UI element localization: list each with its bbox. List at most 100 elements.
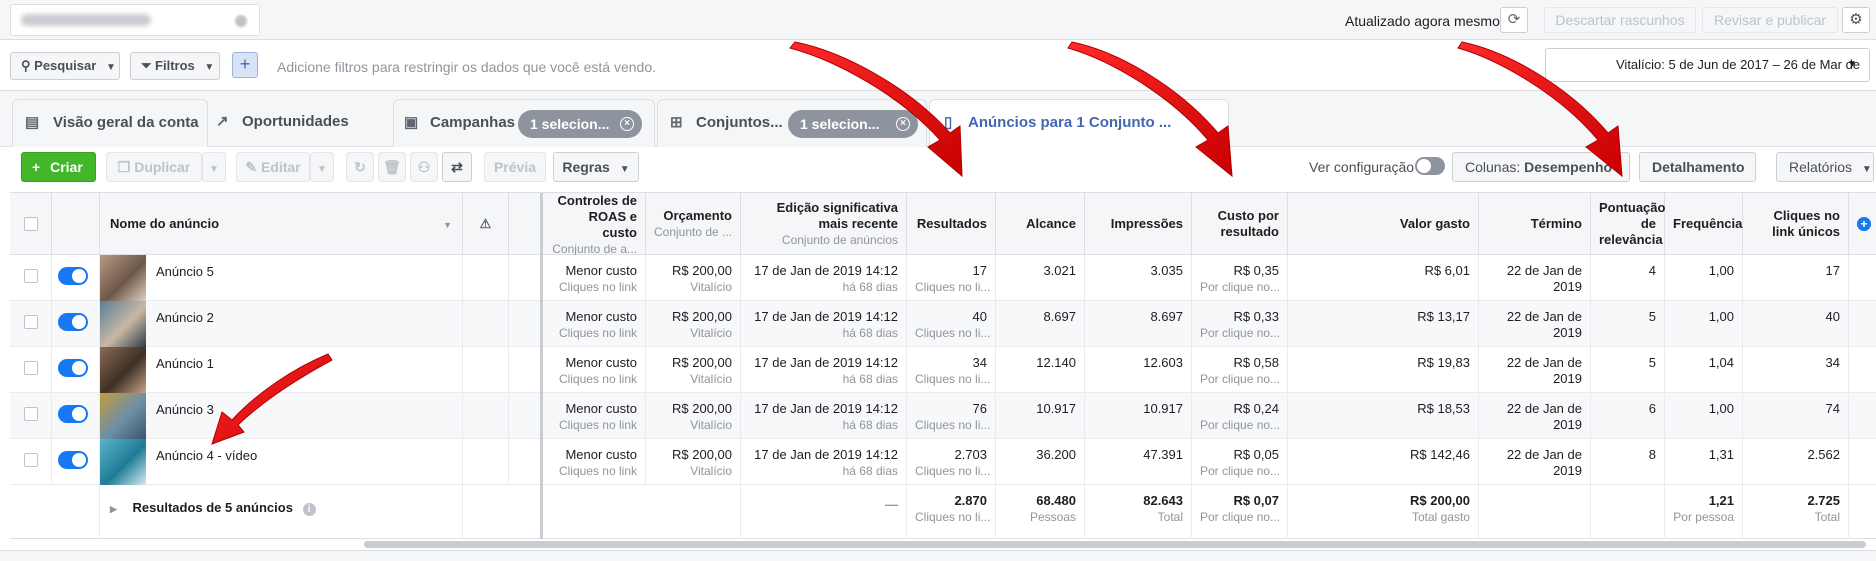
tab-adsets[interactable]: ⊞ Conjuntos... 1 selecion... ×	[657, 99, 927, 147]
header-ad-name[interactable]: Nome do anúncio ▼	[100, 193, 463, 255]
discard-drafts-button[interactable]: Descartar rascunhos	[1544, 7, 1696, 33]
ad-name[interactable]: Anúncio 2	[156, 310, 214, 326]
settings-button[interactable]: ⚙	[1842, 7, 1870, 33]
review-publish-button[interactable]: Revisar e publicar	[1702, 7, 1838, 33]
cell-ad-name[interactable]: Anúncio 2	[100, 301, 463, 347]
header-last-edit[interactable]: Edição significativa mais recente Conjun…	[741, 193, 907, 255]
row-checkbox[interactable]	[24, 361, 38, 375]
header-bid-control[interactable]: Controles de ROAS e custo Conjunto de a.…	[543, 193, 646, 255]
cell-sub: Por clique no...	[1200, 372, 1281, 386]
header-budget[interactable]: Orçamento Conjunto de ...	[646, 193, 741, 255]
cell-amount-spent: R$ 13,17	[1288, 301, 1479, 347]
audience-button[interactable]: ⚇	[410, 152, 438, 182]
columns-dropdown[interactable]: Colunas: Desempenho	[1452, 152, 1630, 182]
view-config-toggle[interactable]	[1415, 157, 1445, 175]
filters-dropdown[interactable]: ⏷ Filtros ▼	[130, 52, 220, 80]
tab-campaigns[interactable]: ▣ Campanhas 1 selecion... ×	[393, 99, 655, 147]
cell-sub: Cliques no link	[558, 280, 637, 294]
ad-on-off-toggle[interactable]	[58, 359, 88, 377]
cell-value: 8.697	[1043, 309, 1076, 324]
cell-ad-name[interactable]: Anúncio 3	[100, 393, 463, 439]
header-cost-per-result[interactable]: Custo por resultado	[1192, 193, 1288, 255]
cell-ad-name[interactable]: Anúncio 5	[100, 255, 463, 301]
edit-dropdown[interactable]: ▼	[310, 152, 334, 182]
search-dropdown[interactable]: ⚲ Pesquisar ▼	[10, 52, 120, 80]
filter-bar: ⚲ Pesquisar ▼ ⏷ Filtros ▼ + Adicione fil…	[0, 40, 1876, 104]
cell-budget: R$ 200,00 Vitalício	[646, 301, 741, 347]
cell-sub: Vitalício	[690, 464, 732, 478]
breakdown-dropdown[interactable]: Detalhamento ▼	[1639, 152, 1756, 182]
header-relevance[interactable]: Pontuação de relevância	[1591, 193, 1665, 255]
header-frequency[interactable]: Frequência	[1665, 193, 1743, 255]
duplicate-dropdown[interactable]: ▼	[202, 152, 226, 182]
refresh-button[interactable]: ⟳	[1500, 7, 1528, 33]
reset-button[interactable]: ↻	[346, 152, 374, 182]
row-checkbox[interactable]	[24, 453, 38, 467]
edit-button[interactable]: ✎ Editar	[236, 152, 310, 182]
delete-button[interactable]: 🗑	[378, 152, 406, 182]
ad-on-off-toggle[interactable]	[58, 405, 88, 423]
preview-button[interactable]: Prévia	[484, 152, 546, 182]
ad-on-off-toggle[interactable]	[58, 267, 88, 285]
cell-budget: R$ 200,00 Vitalício	[646, 393, 741, 439]
campaigns-selection-pill[interactable]: 1 selecion... ×	[518, 110, 642, 138]
cell-value: 3.021	[1043, 263, 1076, 278]
expand-caret-icon[interactable]: ▶	[110, 504, 117, 514]
select-all-checkbox[interactable]	[24, 217, 38, 231]
tab-account-overview[interactable]: ▤ Visão geral da conta	[12, 99, 208, 147]
reports-dropdown[interactable]: Relatórios ▼	[1776, 152, 1874, 182]
row-checkbox[interactable]	[24, 315, 38, 329]
cell-ad-name[interactable]: Anúncio 1	[100, 347, 463, 393]
cell-frequency: 1,00	[1665, 393, 1743, 439]
duplicate-button[interactable]: ❐ Duplicar	[106, 152, 202, 182]
sub: Total gasto	[1411, 510, 1470, 524]
date-range-picker[interactable]: Vitalício: 5 de Jun de 2017 – 26 de Mar …	[1545, 48, 1870, 104]
totals-label-cell[interactable]: ▶ Resultados de 5 anúncios i	[100, 485, 463, 539]
sort-icon[interactable]: ▼	[443, 217, 452, 233]
account-selector[interactable]	[10, 4, 260, 36]
cell-ad-name[interactable]: Anúncio 4 - vídeo	[100, 439, 463, 485]
totals-spent: R$ 200,00 Total gasto	[1288, 485, 1479, 539]
cell-sub: há 68 dias	[842, 280, 898, 294]
tab-opportunities[interactable]: ↗ Oportunidades	[210, 99, 390, 147]
tab-ads[interactable]: ▯ Anúncios para 1 Conjunto ...	[929, 99, 1229, 147]
horizontal-scrollbar[interactable]	[364, 541, 1866, 548]
add-column-icon[interactable]: +	[1857, 217, 1871, 231]
header-warning: ⚠	[463, 193, 509, 255]
ad-name[interactable]: Anúncio 3	[156, 402, 214, 418]
ad-on-off-toggle[interactable]	[58, 451, 88, 469]
header-impressions[interactable]: Impressões	[1085, 193, 1192, 255]
adsets-selection-pill[interactable]: 1 selecion... ×	[788, 110, 918, 138]
info-icon[interactable]: i	[302, 503, 316, 516]
table-row[interactable]: Anúncio 2 Menor custo Cliques no link R$ 20…	[10, 301, 1876, 347]
ad-name[interactable]: Anúncio 4 - vídeo	[156, 448, 257, 464]
header-reach[interactable]: Alcance	[996, 193, 1085, 255]
cell-cost-per-result: R$ 0,35 Por clique no...	[1192, 255, 1288, 301]
table-row[interactable]: Anúncio 4 - vídeo Menor custo Cliques no l…	[10, 439, 1876, 485]
header-end-date[interactable]: Término	[1479, 193, 1591, 255]
header-amount-spent[interactable]: Valor gasto	[1288, 193, 1479, 255]
table-row[interactable]: Anúncio 3 Menor custo Cliques no link R$ 20…	[10, 393, 1876, 439]
header-sub: Conjunto de anúncios	[781, 233, 898, 247]
cell-value: 22 de Jan de	[1506, 401, 1582, 416]
row-checkbox[interactable]	[24, 269, 38, 283]
create-button[interactable]: + Criar	[21, 152, 96, 182]
cell-last-edit: 17 de Jan de 2019 14:12 há 68 dias	[741, 439, 907, 485]
selection-label: 1 selecion...	[800, 116, 880, 132]
header-results[interactable]: Resultados	[907, 193, 996, 255]
add-filter-button[interactable]: +	[232, 52, 258, 78]
table-row[interactable]: Anúncio 1 Menor custo Cliques no link R$ 20…	[10, 347, 1876, 393]
header-unique-link-clicks[interactable]: Cliques no link únicos	[1743, 193, 1849, 255]
ad-name[interactable]: Anúncio 5	[156, 264, 214, 280]
table-row[interactable]: Anúncio 5 Menor custo Cliques no link R$ 20…	[10, 255, 1876, 301]
row-checkbox[interactable]	[24, 407, 38, 421]
view-config-label: Ver configuração	[1309, 159, 1415, 175]
ad-on-off-toggle[interactable]	[58, 313, 88, 331]
cell-cost-per-result: R$ 0,33 Por clique no...	[1192, 301, 1288, 347]
ab-test-button[interactable]: ⇄	[442, 152, 472, 182]
cell-warning	[463, 347, 509, 393]
ad-name[interactable]: Anúncio 1	[156, 356, 214, 372]
clear-selection-icon[interactable]: ×	[620, 117, 634, 131]
clear-selection-icon[interactable]: ×	[896, 117, 910, 131]
rules-dropdown[interactable]: Regras ▼	[553, 152, 639, 182]
